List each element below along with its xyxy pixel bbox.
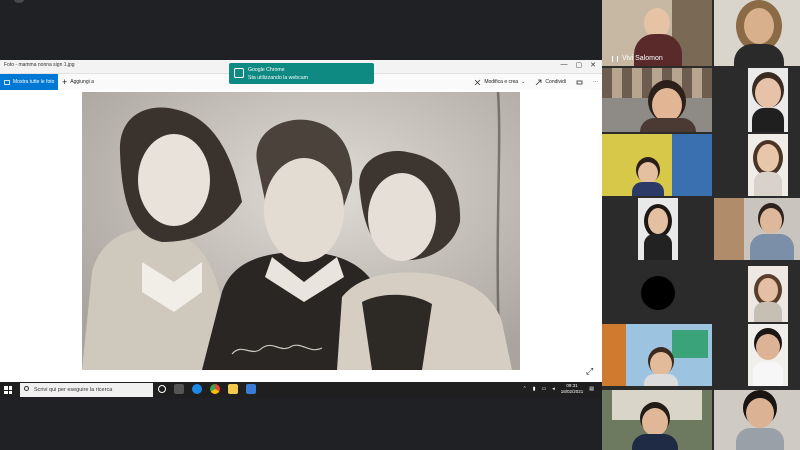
share-label: Condividi: [545, 79, 566, 85]
participants-grid: Vivi Salomon: [602, 0, 800, 450]
participant-tile[interactable]: [602, 324, 712, 386]
fullscreen-icon[interactable]: ⤢: [586, 366, 593, 377]
all-photos-label: Mostra tutte le foto: [13, 79, 55, 85]
screen: Foto - mamma nonna sign 1.jpg — ▢ ✕ Most…: [0, 0, 800, 450]
file-explorer-icon[interactable]: [228, 384, 238, 394]
clock-date: 18/02/2021: [560, 389, 584, 394]
participant-name-tag: Vivi Salomon: [612, 55, 663, 62]
print-icon: [576, 80, 583, 84]
participant-tile[interactable]: [602, 68, 712, 132]
minimize-button[interactable]: —: [561, 61, 568, 69]
close-button[interactable]: ✕: [590, 61, 596, 69]
participant-tile[interactable]: Vivi Salomon: [602, 0, 712, 66]
window-controls: — ▢ ✕: [561, 61, 597, 69]
notification-message: Sta utilizzando la webcam: [248, 75, 308, 81]
bottom-letterbox: [0, 398, 602, 450]
system-tray: ⌃ ▮ ▭ ◂ 09:31 18/02/2021 ▤: [523, 383, 594, 395]
print-button[interactable]: [576, 79, 583, 86]
photos-icon: [4, 79, 10, 85]
plus-icon: +: [62, 76, 68, 87]
search-placeholder: Scrivi qui per eseguire la ricerca: [34, 387, 113, 393]
participant-tile[interactable]: [714, 0, 800, 66]
windows-start-icon[interactable]: [4, 386, 12, 394]
speaking-indicator-icon: [612, 55, 618, 62]
edit-create-button[interactable]: Modifica e crea ⌄: [474, 79, 525, 86]
photos-app-icon[interactable]: [246, 384, 256, 394]
task-view-icon[interactable]: [158, 385, 166, 393]
participant-tile[interactable]: [748, 324, 788, 386]
more-options-button[interactable]: ···: [593, 79, 598, 85]
participant-tile[interactable]: [748, 134, 788, 196]
avatar: [641, 276, 675, 310]
participant-name: Vivi Salomon: [622, 55, 663, 62]
chevron-down-icon: ⌄: [521, 79, 526, 85]
share-button[interactable]: Condividi: [535, 79, 566, 86]
share-icon: [536, 79, 542, 85]
shared-screen: Foto - mamma nonna sign 1.jpg — ▢ ✕ Most…: [0, 0, 602, 450]
edit-icon: [475, 79, 481, 85]
add-to-button[interactable]: + Aggiungi a: [62, 76, 94, 88]
participant-tile[interactable]: [638, 198, 678, 260]
participant-tile[interactable]: [714, 198, 800, 260]
all-photos-button[interactable]: Mostra tutte le foto: [0, 74, 58, 90]
webcam-icon: [234, 68, 244, 78]
search-icon: [24, 386, 29, 391]
participant-tile[interactable]: [602, 134, 712, 196]
clock[interactable]: 09:31 18/02/2021: [561, 383, 584, 395]
maximize-button[interactable]: ▢: [576, 61, 583, 69]
taskbar-search-input[interactable]: Scrivi qui per eseguire la ricerca: [20, 383, 153, 397]
participant-tile[interactable]: [602, 390, 712, 450]
pinned-apps: [158, 384, 256, 394]
more-icon: ···: [593, 79, 598, 85]
chrome-icon[interactable]: [210, 384, 220, 394]
chrome-webcam-notification[interactable]: Google Chrome Sta utilizzando la webcam: [229, 63, 374, 84]
photos-app-window: Foto - mamma nonna sign 1.jpg — ▢ ✕ Most…: [0, 60, 602, 382]
volume-icon[interactable]: ◂: [552, 386, 555, 392]
top-letterbox: [0, 0, 602, 60]
toolbar-actions: Modifica e crea ⌄ Condividi ···: [474, 76, 598, 88]
notifications-icon[interactable]: ▤: [589, 386, 594, 392]
sepia-family-photo: [82, 92, 520, 370]
participant-tile[interactable]: [638, 266, 678, 322]
widgets-icon[interactable]: [174, 384, 184, 394]
network-icon[interactable]: ▮: [533, 386, 536, 392]
notification-title: Google Chrome: [248, 67, 285, 73]
edit-create-label: Modifica e crea: [484, 79, 519, 85]
participant-tile[interactable]: [748, 68, 788, 132]
window-title: Foto - mamma nonna sign 1.jpg: [4, 62, 75, 68]
add-to-label: Aggiungi a: [70, 79, 94, 85]
avatar: [14, 0, 24, 3]
participant-tile[interactable]: [748, 266, 788, 322]
tray-chevron-icon[interactable]: ⌃: [523, 386, 527, 392]
battery-icon[interactable]: ▭: [541, 386, 546, 392]
windows-taskbar: Scrivi qui per eseguire la ricerca ⌃ ▮ ▭…: [0, 382, 602, 398]
edge-icon[interactable]: [192, 384, 202, 394]
participant-tile[interactable]: [714, 390, 800, 450]
displayed-photo: [82, 92, 520, 370]
